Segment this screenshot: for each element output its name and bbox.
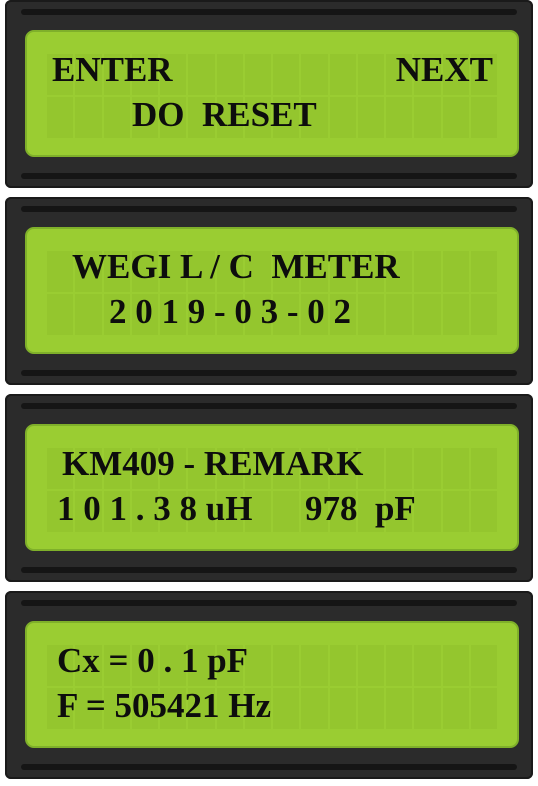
lcd-module-4: Cx = 0 . 1 pF F = 505421 Hz <box>5 591 533 779</box>
lcd-line-2: 2 0 1 9 - 0 3 - 0 2 <box>109 292 352 331</box>
lcd-line-1: KM409 - REMARK <box>62 444 364 483</box>
char-cell <box>103 97 130 138</box>
bezel-bar <box>21 600 517 606</box>
lcd-screen: Cx = 0 . 1 pF F = 505421 Hz <box>25 621 519 748</box>
lcd-screen: ENTER NEXT DO RESET <box>25 30 519 157</box>
char-cell <box>75 294 102 335</box>
lcd-screen: KM409 - REMARK 1 0 1 . 3 8 uH 978 pF <box>25 424 519 551</box>
char-cell <box>47 97 74 138</box>
lcd-line-1: Cx = 0 . 1 pF <box>57 641 249 680</box>
lcd-line-2: 1 0 1 . 3 8 uH 978 pF <box>57 489 416 528</box>
bezel-bar <box>21 9 517 15</box>
bezel-bar <box>21 206 517 212</box>
lcd-module-3: KM409 - REMARK 1 0 1 . 3 8 uH 978 pF <box>5 394 533 582</box>
lcd-line-2: F = 505421 Hz <box>57 686 272 725</box>
bezel-bar <box>21 764 517 770</box>
lcd-module-2: WEGI L / C METER 2 0 1 9 - 0 3 - 0 2 <box>5 197 533 385</box>
lcd-line-2: DO RESET <box>132 95 317 134</box>
bezel-bar <box>21 567 517 573</box>
bezel-bar <box>21 403 517 409</box>
char-cell <box>47 294 74 335</box>
bezel-bar <box>21 173 517 179</box>
bezel-bar <box>21 370 517 376</box>
char-cell <box>75 97 102 138</box>
lcd-screen: WEGI L / C METER 2 0 1 9 - 0 3 - 0 2 <box>25 227 519 354</box>
lcd-line-1-right: NEXT <box>395 50 493 89</box>
char-cell <box>47 251 74 292</box>
lcd-module-1: ENTER NEXT DO RESET <box>5 0 533 188</box>
lcd-line-1: WEGI L / C METER <box>72 247 400 286</box>
